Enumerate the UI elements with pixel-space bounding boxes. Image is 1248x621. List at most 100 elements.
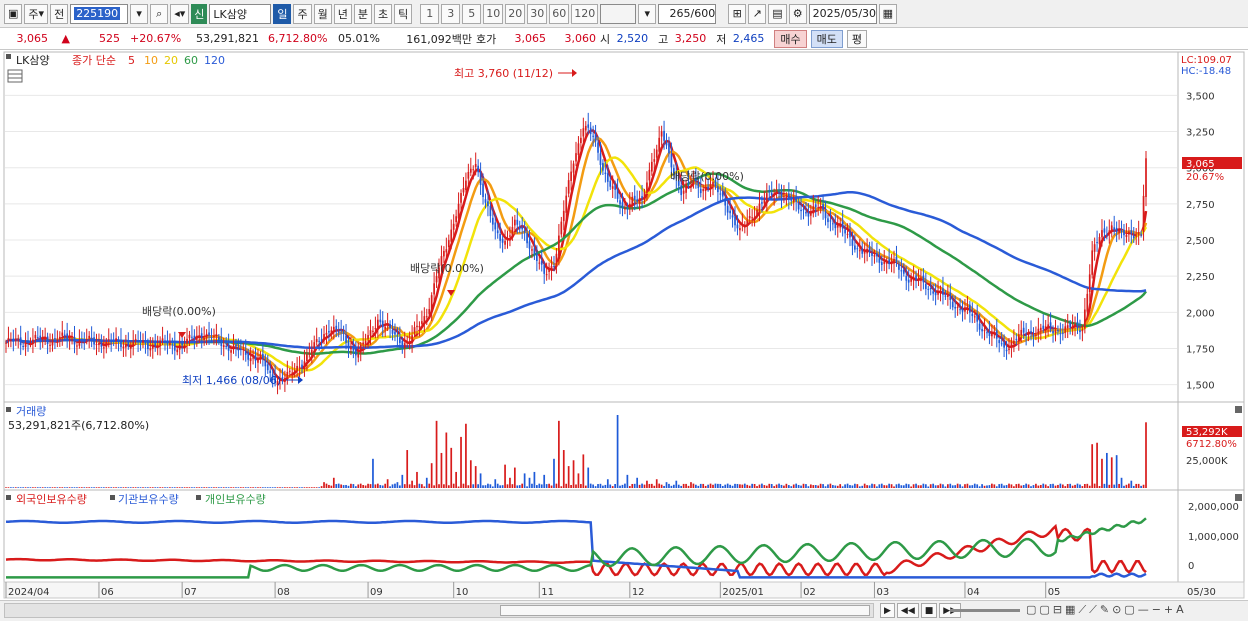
date-input[interactable]: 2025/05/30 [808, 3, 877, 24]
candle-body [357, 353, 360, 358]
period-week[interactable]: 주 [293, 3, 312, 24]
period-minute[interactable]: 분 [353, 3, 372, 24]
gear-icon[interactable]: ⚙ [788, 3, 807, 24]
volume-bar [1130, 480, 1133, 488]
trend-line-icon[interactable]: ↗ [748, 3, 767, 24]
font-size-icon[interactable]: A [1176, 603, 1184, 617]
period-month[interactable]: 월 [313, 3, 332, 24]
zoom-out-icon[interactable]: — [1138, 603, 1149, 617]
volume-bar [244, 487, 247, 488]
stock-chart[interactable]: 3,5003,2503,0002,7502,5002,2502,0001,750… [0, 50, 1248, 600]
period-second[interactable]: 초 [373, 3, 393, 24]
buy-button[interactable]: 매수 [774, 29, 807, 48]
candle-body [584, 125, 587, 131]
volume-bar [418, 483, 421, 488]
interval-20[interactable]: 20 [505, 3, 526, 24]
candle-body [237, 348, 240, 351]
chart-tools-icon[interactable]: ⊞ [728, 3, 747, 24]
interval-120[interactable]: 120 [571, 3, 599, 24]
candle-body [435, 276, 438, 283]
volume-bar [628, 486, 631, 488]
candle-body [543, 265, 546, 274]
speaker-icon[interactable]: ◂▾ [170, 3, 190, 24]
candle-body [389, 324, 391, 329]
layout-icon-2[interactable]: ▢ [1039, 603, 1049, 617]
interval-60[interactable]: 60 [549, 3, 570, 24]
candle-body [880, 262, 883, 265]
period-day[interactable]: 일 [273, 3, 292, 24]
scrollbar-thumb[interactable] [500, 605, 870, 616]
scroll-first-icon[interactable]: ◀◀ [896, 603, 919, 618]
volume-bar [93, 487, 95, 488]
interval-5[interactable]: 5 [462, 3, 482, 24]
candle-body [413, 327, 416, 334]
sell-button[interactable]: 매도 [810, 29, 843, 48]
interval-10[interactable]: 10 [483, 3, 504, 24]
volume-bar [203, 487, 206, 488]
zoom-slider[interactable] [950, 609, 1020, 612]
period-type-select[interactable]: 주 ▾ [24, 3, 49, 24]
candle-body [697, 182, 700, 189]
grid-icon[interactable]: ▦ [1065, 603, 1075, 617]
scroll-right-icon[interactable]: ▶ [880, 603, 895, 618]
prev-button[interactable]: 전 [50, 3, 69, 24]
volume-bar [1071, 485, 1074, 488]
volume-close-icon[interactable] [1235, 406, 1242, 413]
volume-bar [450, 447, 453, 488]
calendar-icon[interactable]: ▦ [878, 3, 898, 24]
interval-1[interactable]: 1 [420, 3, 440, 24]
candle-body [68, 339, 71, 341]
candle-body [1103, 228, 1106, 233]
candle-body [682, 190, 685, 194]
candle-body [856, 248, 859, 250]
plus-icon[interactable]: + [1164, 603, 1173, 617]
pen-icon[interactable]: ✎ [1100, 603, 1109, 617]
candle-body [227, 344, 230, 351]
save-icon[interactable]: ▤ [768, 3, 787, 24]
custom-interval-input[interactable] [600, 3, 637, 24]
chart-menu-icon[interactable]: ▣ [4, 3, 23, 24]
minus-icon[interactable]: − [1152, 603, 1161, 617]
code-dropdown-icon[interactable]: ▾ [130, 3, 149, 24]
stock-name-field[interactable]: LK삼양 [209, 3, 272, 24]
count-input[interactable]: 265/600 [658, 3, 717, 24]
volume-bar [677, 484, 680, 488]
stop-icon[interactable]: ■ [920, 603, 938, 618]
volume-bar [988, 485, 991, 488]
search-icon[interactable]: ⌕ [150, 3, 169, 24]
volume-bar [1059, 483, 1062, 488]
data-table-icon[interactable] [7, 69, 23, 83]
candle-body [1079, 330, 1081, 333]
candle-body [425, 316, 428, 318]
copy-icon[interactable]: ▢ [1124, 603, 1134, 617]
holdings-close-icon[interactable] [1235, 494, 1242, 501]
crosshair-icon[interactable]: ⊙ [1112, 603, 1121, 617]
candle-body [205, 333, 208, 338]
volume-bar [1081, 486, 1084, 488]
volume-bar [898, 483, 900, 488]
interval-3[interactable]: 3 [441, 3, 461, 24]
candle-body [1115, 227, 1118, 232]
last-price-tag-text: 3,065 [1186, 159, 1215, 170]
fib-icon[interactable]: ⟋ [1089, 603, 1097, 617]
evaluate-button[interactable]: 평 [846, 29, 867, 48]
volume-bar [807, 486, 810, 488]
volume-bar [531, 483, 533, 488]
volume-bar [778, 483, 780, 488]
candle-body [112, 340, 115, 342]
layout-icon-1[interactable]: ▢ [1026, 603, 1036, 617]
volume-bar [408, 484, 411, 488]
period-tick[interactable]: 틱 [394, 3, 413, 24]
line-tool-icon[interactable]: ⟋ [1078, 603, 1086, 617]
interval-30[interactable]: 30 [527, 3, 548, 24]
volume-bar [756, 486, 758, 488]
compare-icon[interactable]: ⊟ [1053, 603, 1062, 617]
period-year[interactable]: 년 [333, 3, 352, 24]
candle-body [631, 196, 634, 206]
candle-body [325, 332, 328, 335]
volume-bar [739, 484, 741, 488]
stock-code-input[interactable]: 225190 [70, 3, 129, 24]
candle-body [254, 355, 257, 361]
interval-dropdown-icon[interactable]: ▾ [638, 3, 657, 24]
volume-bar [120, 487, 122, 488]
